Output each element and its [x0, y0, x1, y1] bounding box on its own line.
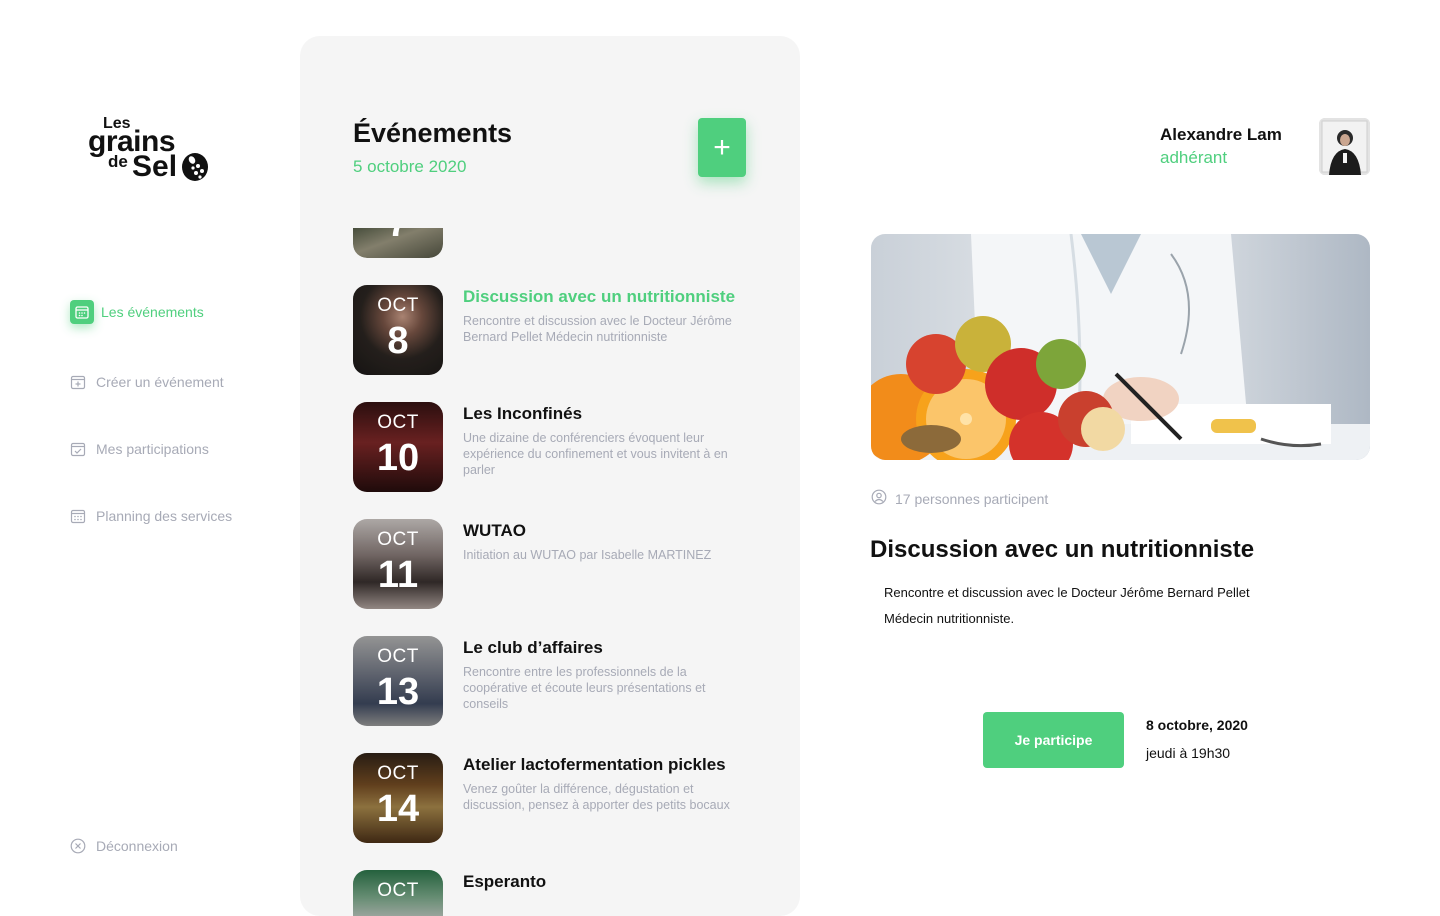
- logo-text-de: de: [108, 152, 128, 171]
- event-description: Initiation au WUTAO par Isabelle MARTINE…: [463, 548, 712, 562]
- event-month: OCT: [377, 646, 419, 667]
- participants-label: 17 personnes participent: [895, 490, 1049, 507]
- list-item[interactable]: OCT 8 Discussion avec un nutritionniste …: [353, 285, 753, 375]
- event-title: Esperanto: [463, 872, 547, 891]
- event-title: Atelier lactofermentation pickles: [463, 755, 726, 774]
- event-title: Les Inconfinés: [463, 404, 583, 423]
- list-item[interactable]: OCT 11 WUTAO Initiation au WUTAO par Isa…: [353, 519, 753, 609]
- event-title: WUTAO: [463, 521, 526, 540]
- event-time: jeudi à 19h30: [1146, 745, 1231, 761]
- avatar[interactable]: [1319, 118, 1370, 175]
- event-description: Rencontre et discussion avec le Docteur …: [463, 314, 732, 344]
- calendar-check-icon: [70, 441, 86, 457]
- event-month: OCT: [377, 412, 419, 433]
- logout-label: Déconnexion: [96, 838, 178, 854]
- event-title: Discussion avec un nutritionniste: [463, 287, 736, 306]
- close-circle-icon: [70, 838, 86, 854]
- logo: Les grains de Sel: [88, 116, 218, 186]
- event-day: 8: [387, 320, 409, 362]
- event-thumbnail: OCT: [353, 870, 443, 916]
- user-circle-icon: [871, 489, 887, 508]
- sidebar-item-participations[interactable]: Mes participations: [70, 441, 209, 457]
- list-item[interactable]: OCT 13 Le club d’affaires Rencontre entr…: [353, 636, 753, 726]
- page-title: Événements: [353, 118, 513, 148]
- logout-button[interactable]: Déconnexion: [70, 838, 178, 854]
- list-item[interactable]: OCT Esperanto: [353, 870, 753, 916]
- user-name: Alexandre Lam: [1160, 125, 1282, 144]
- event-day: 11: [377, 554, 419, 596]
- calendar-icon: [70, 300, 94, 324]
- event-description: Une dizaine de conférenciers évoquent le…: [463, 431, 728, 477]
- event-thumbnail: 7: [353, 228, 443, 258]
- sidebar-item-label: Les événements: [101, 304, 204, 320]
- event-day: 10: [376, 437, 420, 479]
- calendar-grid-icon: [70, 508, 86, 524]
- event-month: OCT: [377, 529, 419, 550]
- sidebar-item-events[interactable]: Les événements: [70, 300, 204, 324]
- event-month: OCT: [377, 763, 419, 784]
- event-date: 8 octobre, 2020: [1146, 717, 1248, 733]
- event-title: Le club d’affaires: [463, 638, 603, 657]
- list-item[interactable]: OCT 10 Les Inconfinés Une dizaine de con…: [353, 402, 753, 492]
- event-thumbnail: OCT 10: [353, 402, 443, 492]
- event-day: 14: [376, 788, 420, 830]
- logo-text-sel: Sel: [132, 150, 178, 183]
- event-description: Venez goûter la différence, dégustation …: [463, 782, 730, 812]
- plus-icon: +: [713, 130, 731, 164]
- grain-logo-icon: [182, 153, 208, 181]
- event-hero-image: [871, 234, 1370, 460]
- sidebar-item-planning[interactable]: Planning des services: [70, 508, 232, 524]
- event-detail-title: Discussion avec un nutritionniste: [870, 536, 1255, 563]
- list-item[interactable]: OCT 14 Atelier lactofermentation pickles…: [353, 753, 753, 843]
- event-day: 7: [353, 228, 443, 246]
- event-month: OCT: [377, 880, 419, 901]
- event-month: OCT: [377, 295, 419, 316]
- events-panel: Événements 5 octobre 2020 + 7 OCT 8 Disc…: [300, 36, 800, 916]
- sidebar-item-create-event[interactable]: Créer un événement: [70, 374, 224, 390]
- list-item[interactable]: 7: [353, 168, 753, 258]
- event-detail-description: Rencontre et discussion avec le Docteur …: [884, 585, 1250, 626]
- user-role: adhérant: [1160, 148, 1228, 167]
- sidebar-item-label: Planning des services: [96, 508, 233, 524]
- participants-count: 17 personnes participent: [871, 489, 1048, 508]
- sidebar-item-label: Mes participations: [96, 441, 209, 457]
- event-thumbnail: OCT 13: [353, 636, 443, 726]
- event-day: 13: [376, 671, 420, 713]
- sidebar-item-label: Créer un événement: [96, 374, 224, 390]
- event-description: Rencontre entre les professionnels de la…: [463, 665, 706, 711]
- event-thumbnail: OCT 11: [353, 519, 443, 609]
- join-event-button[interactable]: Je participe: [983, 712, 1124, 768]
- event-thumbnail: OCT 8: [353, 285, 443, 375]
- calendar-plus-icon: [70, 374, 86, 390]
- event-thumbnail: OCT 14: [353, 753, 443, 843]
